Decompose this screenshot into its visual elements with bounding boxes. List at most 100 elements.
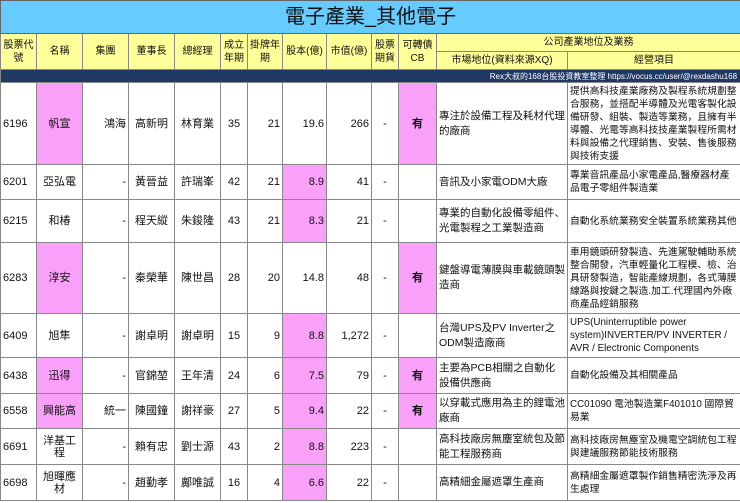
cell-gm: 陳世昌 <box>174 242 221 314</box>
cell-capital: 9.4 <box>282 393 327 429</box>
cell-name: 興能高 <box>36 393 83 429</box>
table-row: 6691 洋基工程 - 賴有忠 劉士源 43 2 8.8 223- 高科技廠房無塵室統包及節能工程… <box>0 428 740 465</box>
table-row: 6698 旭暉應材 - 趙勤孝 鄺唯誠 16 4 6.6 22- 高精細金屬遮罩生產商 高精細金屬遮… <box>0 464 740 501</box>
cell-name: 旭隼 <box>36 313 83 358</box>
cell-group: - <box>82 164 129 200</box>
cell-group: - <box>82 313 129 358</box>
cell-cb <box>398 164 437 200</box>
cell-business: 提供高科技產業廠務及製程系統規劃整合服務，並搭配半導體及光電客製化設備研發、組裝… <box>566 82 740 165</box>
header-name: 名稱 <box>36 33 83 70</box>
cell-futures: - <box>371 82 399 165</box>
cell-mcap: 266 <box>326 82 372 165</box>
cell-chairman: 趙勤孝 <box>128 464 175 501</box>
cell-business: 車用鏡頭研發製造、先進駕駛輔助系統整合開發，汽車輕量化工程模、檢、治具研發製造，… <box>566 242 740 314</box>
cell-cb: 有 <box>398 393 437 429</box>
cell-code: 6215 <box>0 199 37 243</box>
cell-code: 6691 <box>0 428 37 465</box>
header-business: 經營項目 <box>566 51 740 70</box>
cell-business: UPS(Uninterruptible power system)INVERTE… <box>566 313 740 358</box>
cell-listed: 20 <box>247 242 283 314</box>
header-group: 集團 <box>82 33 129 70</box>
cell-group: - <box>82 199 129 243</box>
cell-est: 35 <box>220 82 248 165</box>
cell-name: 和椿 <box>36 199 83 243</box>
cell-gm: 許瑞峯 <box>174 164 221 200</box>
cell-gm: 鄺唯誠 <box>174 464 221 501</box>
cell-position: 專注於設備工程及耗材代理的廠商 <box>436 82 568 165</box>
header-est: 成立年期 <box>220 33 248 70</box>
header-listed: 掛牌年期 <box>247 33 283 70</box>
cell-mcap: 22 <box>326 464 372 501</box>
cell-capital: 8.9 <box>282 164 327 200</box>
cell-gm: 朱鋑隆 <box>174 199 221 243</box>
cell-group: - <box>82 357 129 394</box>
cell-chairman: 賴有忠 <box>128 428 175 465</box>
cell-gm: 劉士源 <box>174 428 221 465</box>
cell-cb <box>398 428 437 465</box>
cell-listed: 2 <box>247 428 283 465</box>
cell-group: - <box>82 464 129 501</box>
header-gm: 總經理 <box>174 33 221 70</box>
cell-futures: - <box>371 242 399 314</box>
cell-code: 6558 <box>0 393 37 429</box>
cell-est: 15 <box>220 313 248 358</box>
cell-code: 6196 <box>0 82 37 165</box>
cell-cb <box>398 464 437 501</box>
cell-position: 主要為PCB相關之自動化設備供應商 <box>436 357 568 394</box>
cell-position: 以穿載式應用為主的鋰電池廠商 <box>436 393 568 429</box>
cell-est: 43 <box>220 428 248 465</box>
cell-mcap: 1,272 <box>326 313 372 358</box>
cell-listed: 6 <box>247 357 283 394</box>
cell-group: - <box>82 242 129 314</box>
credit-bar: Rex大叔的168台股投資教室整理 https://vocus.cc/user/… <box>0 69 740 83</box>
table-row: 6283 淳安 - 秦榮華 陳世昌 28 20 14.8 48- 有鍵盤導電薄膜與車載鏡頭製造商車… <box>0 242 740 314</box>
cell-listed: 21 <box>247 82 283 165</box>
cell-gm: 謝卓明 <box>174 313 221 358</box>
table-row: 6409 旭隼 - 謝卓明 謝卓明 15 9 8.8 1,272- 台灣UPS及PV Invert… <box>0 313 740 358</box>
cell-business: 高科技廠房無塵室及機電空調統包工程與建議服務節能技術服務 <box>566 428 740 465</box>
cell-chairman: 官錦堃 <box>128 357 175 394</box>
cell-futures: - <box>371 464 399 501</box>
cell-name: 迅得 <box>36 357 83 394</box>
cell-mcap: 223 <box>326 428 372 465</box>
stock-table-page: 電子產業_其他電子 股票代號 名稱 集團 董事長 總經理 成立年期 掛牌年期 股… <box>0 0 740 501</box>
header-capital: 股本(億) <box>282 33 327 70</box>
table-row: 6215 和椿 - 程天縱 朱鋑隆 43 21 8.3 21- 專業的自動化設備零組件、光電製程之… <box>0 199 740 243</box>
cell-listed: 9 <box>247 313 283 358</box>
cell-listed: 21 <box>247 164 283 200</box>
cell-chairman: 程天縱 <box>128 199 175 243</box>
cell-mcap: 21 <box>326 199 372 243</box>
cell-business: 自動化系統業務安全裝置系統業務其他 <box>566 199 740 243</box>
cell-code: 6201 <box>0 164 37 200</box>
cell-position: 專業的自動化設備零組件、光電製程之工業製造商 <box>436 199 568 243</box>
cell-group: 統一 <box>82 393 129 429</box>
cell-business: 自動化設備及其相關產品 <box>566 357 740 394</box>
cell-capital: 19.6 <box>282 82 327 165</box>
cell-name: 旭暉應材 <box>36 464 83 501</box>
cell-name: 亞弘電 <box>36 164 83 200</box>
cell-futures: - <box>371 393 399 429</box>
header-futures: 股票期貨 <box>371 33 399 70</box>
cell-capital: 8.3 <box>282 199 327 243</box>
table-row: 6201 亞弘電 - 黃晉益 許瑞峯 42 21 8.9 41- 音訊及小家電ODM大廠 專業音訊產… <box>0 164 740 200</box>
cell-est: 28 <box>220 242 248 314</box>
cell-code: 6438 <box>0 357 37 394</box>
cell-chairman: 陳國鐘 <box>128 393 175 429</box>
cell-listed: 5 <box>247 393 283 429</box>
cell-name: 洋基工程 <box>36 428 83 465</box>
cell-business: 高精細金屬遮罩製作銷售精密洗淨及再生處理 <box>566 464 740 501</box>
table-row: 6558 興能高 統一 陳國鐘 謝祥豪 27 5 9.4 22- 有以穿載式應用為主的鋰電池廠商 C… <box>0 393 740 429</box>
page-title: 電子產業_其他電子 <box>0 0 740 34</box>
cell-position: 台灣UPS及PV Inverter之ODM製造廠商 <box>436 313 568 358</box>
cell-name: 帆宣 <box>36 82 83 165</box>
cell-business: CC01090 電池製造業F401010 國際貿易業 <box>566 393 740 429</box>
cell-futures: - <box>371 164 399 200</box>
cell-code: 6283 <box>0 242 37 314</box>
cell-futures: - <box>371 313 399 358</box>
cell-group: - <box>82 428 129 465</box>
cell-gm: 林育業 <box>174 82 221 165</box>
header-mcap: 市值(億) <box>326 33 372 70</box>
cell-capital: 8.8 <box>282 313 327 358</box>
cell-est: 27 <box>220 393 248 429</box>
cell-cb: 有 <box>398 242 437 314</box>
